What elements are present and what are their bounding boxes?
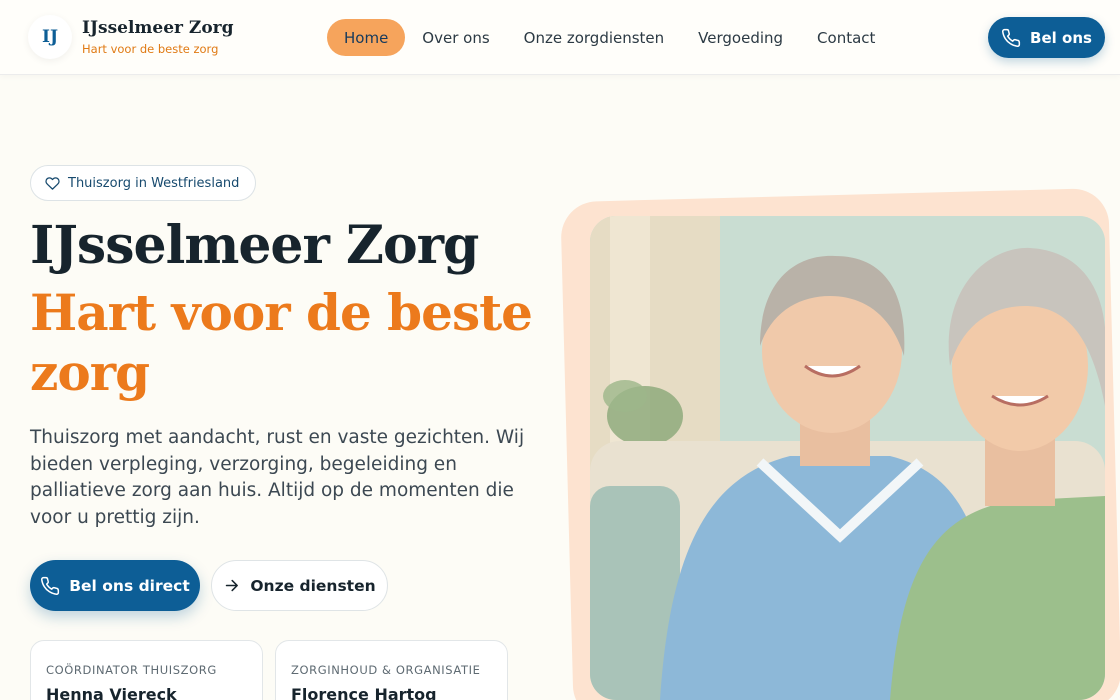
phone-icon — [1002, 28, 1021, 47]
heart-icon — [45, 176, 60, 190]
location-badge: Thuiszorg in Westfriesland — [30, 165, 257, 201]
services-button[interactable]: Onze diensten — [211, 560, 388, 611]
brand-tagline: Hart voor de beste zorg — [82, 42, 219, 56]
brand-name[interactable]: IJsselmeer Zorg — [82, 18, 234, 38]
services-button-label: Onze diensten — [250, 576, 376, 595]
main-nav: Home Over ons Onze zorgdiensten Vergoedi… — [327, 19, 892, 56]
phone-icon — [41, 576, 60, 595]
call-direct-button[interactable]: Bel ons direct — [30, 560, 200, 611]
hero-description: Thuiszorg met aandacht, rust en vaste ge… — [30, 427, 525, 528]
nav-item-vergoeding[interactable]: Vergoeding — [681, 19, 800, 56]
arrow-right-icon — [226, 579, 239, 592]
team-card: ZORGINHOUD & ORGANISATIE Florence Hartog — [275, 640, 508, 700]
nav-item-zorgdiensten[interactable]: Onze zorgdiensten — [507, 19, 682, 56]
team-card-role: COÖRDINATOR THUISZORG — [46, 663, 217, 677]
hero-photo — [590, 216, 1105, 700]
logo-mark[interactable]: IJ — [28, 15, 72, 59]
nav-item-contact[interactable]: Contact — [800, 19, 892, 56]
call-button-label: Bel ons — [1030, 28, 1092, 47]
call-direct-button-label: Bel ons direct — [69, 576, 190, 595]
location-badge-label: Thuiszorg in Westfriesland — [68, 175, 240, 191]
hero-subtitle: Hart voor de beste zorg — [30, 283, 533, 402]
team-card: COÖRDINATOR THUISZORG Henna Viereck — [30, 640, 263, 700]
caregiver-photo-illustration — [590, 216, 1105, 700]
hero-title: IJsselmeer Zorg — [30, 215, 479, 276]
site-header: IJ IJsselmeer Zorg Hart voor de beste zo… — [0, 0, 1120, 75]
team-card-name: Henna Viereck — [46, 685, 177, 700]
team-card-role: ZORGINHOUD & ORGANISATIE — [291, 663, 481, 677]
team-card-name: Florence Hartog — [291, 685, 437, 700]
call-button[interactable]: Bel ons — [988, 17, 1105, 58]
nav-item-over-ons[interactable]: Over ons — [405, 19, 506, 56]
nav-item-home[interactable]: Home — [327, 19, 406, 56]
